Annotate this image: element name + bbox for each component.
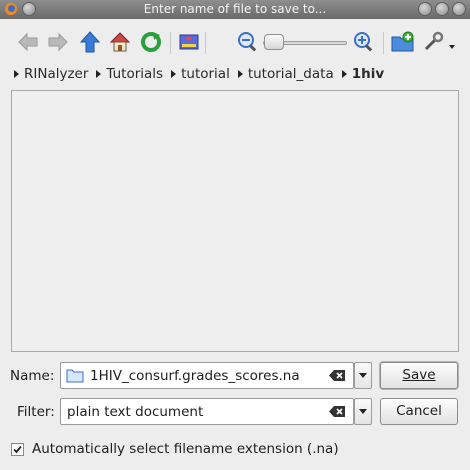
zoom-in-icon — [354, 32, 373, 52]
breadcrumb-arrow-icon — [14, 70, 19, 78]
window-title: Enter name of file to save to... — [143, 2, 327, 16]
breadcrumb-arrow-icon — [96, 70, 102, 78]
filter-label: Filter: — [17, 404, 55, 420]
breadcrumb-item-label: RINalyzer — [24, 66, 89, 82]
zoom-out-button[interactable] — [236, 30, 260, 54]
forward-button[interactable] — [46, 30, 70, 54]
home-button[interactable] — [108, 30, 132, 54]
zoom-in-button[interactable] — [352, 30, 376, 54]
name-input[interactable]: 1HIV_consurf.grades_scores.na — [60, 362, 354, 389]
clear-name-icon[interactable] — [329, 370, 345, 381]
save-button[interactable]: Save — [380, 362, 458, 389]
clear-filter-icon[interactable] — [329, 406, 345, 417]
checkmark-icon — [13, 445, 22, 454]
name-history-dropdown[interactable] — [354, 362, 372, 389]
minimize-button[interactable] — [418, 2, 432, 16]
new-folder-button[interactable] — [391, 30, 415, 54]
tools-icon — [424, 31, 455, 51]
save-button-label: Save — [402, 367, 436, 383]
cancel-button[interactable]: Cancel — [380, 398, 458, 425]
new-folder-icon — [391, 31, 414, 52]
filter-input[interactable]: plain text document — [60, 398, 354, 425]
firefox-icon — [5, 3, 17, 15]
toolbar-separator — [170, 32, 171, 54]
tools-menu-button[interactable] — [422, 30, 456, 54]
file-list[interactable] — [11, 90, 459, 352]
folder-icon — [66, 369, 84, 383]
bookmarks-button[interactable] — [177, 30, 201, 54]
toolbar-separator — [383, 32, 384, 54]
cancel-button-label: Cancel — [396, 403, 442, 419]
chevron-down-icon — [359, 409, 367, 414]
up-arrow-icon — [80, 31, 100, 53]
back-arrow-icon — [18, 32, 38, 52]
back-button[interactable] — [16, 30, 40, 54]
home-icon — [109, 32, 131, 52]
toolbar-separator — [205, 32, 206, 54]
breadcrumb-item-label: tutorial — [181, 66, 230, 82]
filter-dropdown[interactable] — [354, 398, 372, 425]
breadcrumb-item[interactable]: RINalyzer — [14, 66, 88, 82]
name-label-text: Name: — [10, 368, 55, 384]
breadcrumb-item[interactable]: tutorial — [171, 66, 230, 82]
name-input-value: 1HIV_consurf.grades_scores.na — [90, 367, 300, 384]
breadcrumb-item[interactable]: 1hiv — [341, 66, 385, 82]
breadcrumb-item[interactable]: tutorial_data — [237, 66, 334, 82]
forward-arrow-icon — [48, 32, 68, 52]
breadcrumb-arrow-icon — [171, 70, 177, 78]
close-button[interactable] — [452, 2, 466, 16]
auto-extension-checkbox[interactable] — [11, 443, 24, 456]
toolbar — [0, 22, 470, 62]
breadcrumb-item-label: tutorial_data — [247, 66, 334, 82]
name-label: Name: — [10, 368, 54, 384]
auto-extension-label[interactable]: Automatically select filename extension … — [32, 441, 339, 457]
filter-input-value: plain text document — [67, 403, 204, 420]
bookmarks-icon — [179, 34, 199, 50]
reload-button[interactable] — [139, 30, 163, 54]
chevron-down-icon — [359, 373, 367, 378]
breadcrumb-item[interactable]: Tutorials — [96, 66, 163, 82]
breadcrumb: RINalyzer Tutorials tutorial tutorial_data 1… — [14, 64, 392, 84]
breadcrumb-arrow-icon — [341, 70, 347, 78]
zoom-out-icon — [238, 32, 257, 52]
auto-extension-label-text: Automatically select filename extension … — [32, 441, 339, 457]
breadcrumb-item-label: 1hiv — [351, 66, 385, 82]
up-folder-button[interactable] — [78, 30, 102, 54]
maximize-button[interactable] — [435, 2, 449, 16]
window-menu-button[interactable] — [22, 2, 36, 16]
filter-label-text: Filter: — [17, 404, 55, 420]
window-titlebar: Enter name of file to save to... — [0, 0, 470, 19]
breadcrumb-arrow-icon — [237, 70, 243, 78]
zoom-slider-thumb[interactable] — [264, 34, 284, 50]
reload-icon — [141, 32, 161, 52]
breadcrumb-item-label: Tutorials — [106, 66, 164, 82]
